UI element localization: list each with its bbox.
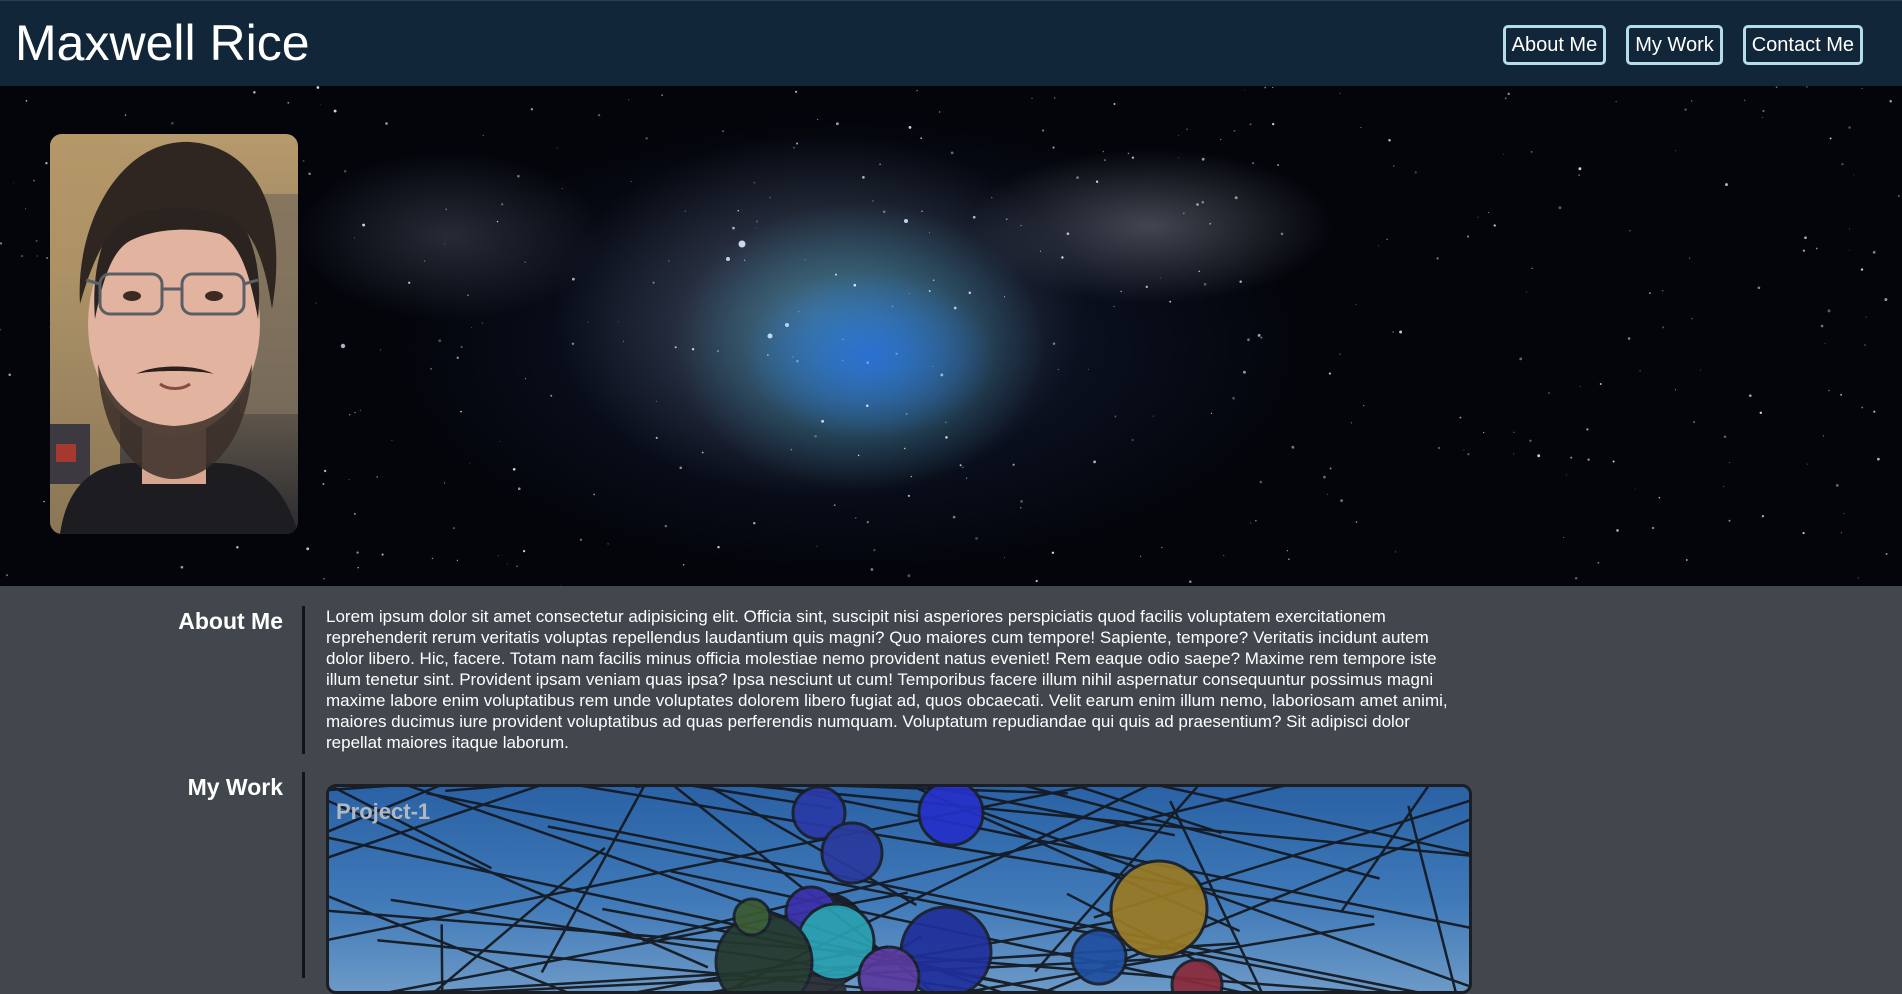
- project-card[interactable]: Project-1: [326, 784, 1472, 994]
- hero-banner: [0, 86, 1902, 586]
- about-me-text: Lorem ipsum dolor sit amet consectetur a…: [326, 607, 1448, 752]
- my-work-divider: [302, 772, 305, 978]
- main-nav: About Me My Work Contact Me: [1502, 25, 1863, 65]
- nav-my-work-link[interactable]: My Work: [1626, 25, 1723, 65]
- profile-photo: [50, 134, 298, 534]
- my-work-heading: My Work: [187, 774, 283, 800]
- site-title: Maxwell Rice: [15, 15, 310, 71]
- project-title: Project-1: [336, 799, 431, 824]
- nav-about-me-link[interactable]: About Me: [1502, 25, 1607, 65]
- site-header: Maxwell Rice About Me My Work Contact Me: [0, 0, 1902, 86]
- nav-contact-me-link[interactable]: Contact Me: [1742, 25, 1863, 65]
- main-content: About Me Lorem ipsum dolor sit amet cons…: [0, 586, 1902, 994]
- project-thumbnail-image: [329, 787, 1469, 991]
- about-me-divider: [302, 606, 305, 754]
- about-me-heading: About Me: [178, 608, 283, 634]
